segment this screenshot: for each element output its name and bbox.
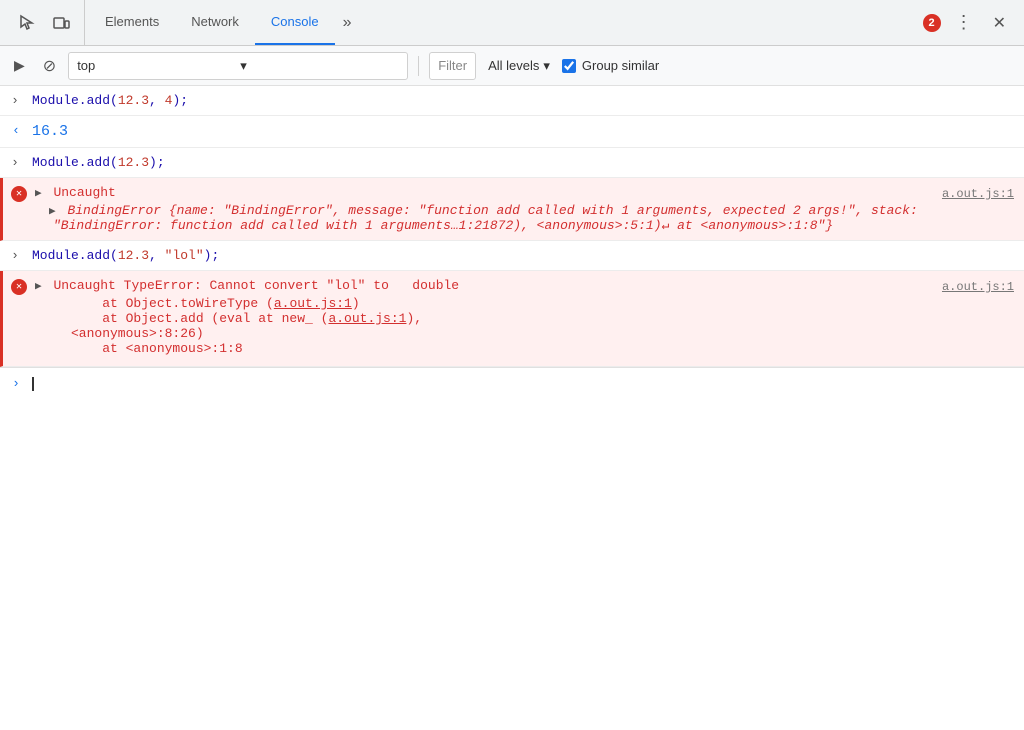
row-content-5: Module.add(12.3, "lol"); <box>32 244 1018 267</box>
input-row-gutter: › <box>0 372 32 391</box>
row-gutter-4: ✕ <box>3 181 35 202</box>
row-content-6: ▶ Uncaught TypeError: Cannot convert "lo… <box>35 274 1018 360</box>
console-row-4-error: ✕ ▶ Uncaught a.out.js:1 ▶ BindingError {… <box>0 178 1024 241</box>
tab-more[interactable]: » <box>335 14 360 32</box>
cursor-blink <box>32 377 34 391</box>
tab-list: Elements Network Console » <box>89 0 919 45</box>
filter-input-wrapper[interactable]: Filter <box>429 52 476 80</box>
frame-chevron-icon: ▾ <box>240 58 399 74</box>
link-add[interactable]: a.out.js:1 <box>328 311 406 326</box>
error-header-6: ▶ Uncaught TypeError: Cannot convert "lo… <box>35 278 1014 294</box>
device-toggle-icon[interactable] <box>46 10 76 36</box>
row-gutter-6: ✕ <box>3 274 35 295</box>
error-icon-4: ✕ <box>11 186 27 202</box>
detail-expand-4[interactable]: ▶ <box>49 204 56 218</box>
output-arrow-icon: ‹ <box>12 123 20 138</box>
console-row-3: › Module.add(12.3); <box>0 148 1024 178</box>
clear-button[interactable]: ⊘ <box>37 52 62 80</box>
levels-chevron-icon: ▾ <box>543 58 550 74</box>
group-similar-checkbox[interactable] <box>562 59 576 73</box>
error-detail-4: ▶ BindingError {name: "BindingError", me… <box>53 203 1014 233</box>
input-arrow-icon: › <box>11 93 19 108</box>
input-arrow-icon-5: › <box>11 248 19 263</box>
tab-network[interactable]: Network <box>175 0 255 45</box>
error-icon-6: ✕ <box>11 279 27 295</box>
console-row-2: ‹ 16.3 <box>0 116 1024 148</box>
frame-selector[interactable]: top ▾ <box>68 52 408 80</box>
toolbar-separator <box>418 56 419 76</box>
file-link-4[interactable]: a.out.js:1 <box>934 185 1014 201</box>
level-dropdown[interactable]: All levels ▾ <box>482 56 556 76</box>
console-toolbar: ▶ ⊘ top ▾ Filter All levels ▾ Group simi… <box>0 46 1024 86</box>
row-content-3: Module.add(12.3); <box>32 151 1018 174</box>
console-row-6-error: ✕ ▶ Uncaught TypeError: Cannot convert "… <box>0 271 1024 367</box>
console-input-row[interactable]: › <box>0 367 1024 399</box>
more-options-button[interactable]: ⋮ <box>949 8 979 37</box>
group-similar-label[interactable]: Group similar <box>562 58 659 73</box>
row-gutter-1: › <box>0 89 32 108</box>
play-button[interactable]: ▶ <box>8 53 31 78</box>
console-row-5: › Module.add(12.3, "lol"); <box>0 241 1024 271</box>
error-count-circle: 2 <box>923 14 941 32</box>
row-content-1: Module.add(12.3, 4); <box>32 89 1018 112</box>
error-badge: 2 <box>923 14 941 32</box>
row-gutter-3: › <box>0 151 32 170</box>
input-field-area[interactable] <box>32 372 1024 395</box>
row-gutter-2: ‹ <box>0 119 32 138</box>
close-devtools-button[interactable]: ✕ <box>987 9 1012 37</box>
expand-triangle-4[interactable]: ▶ <box>35 186 42 200</box>
error-detail-6: at Object.toWireType (a.out.js:1) at Obj… <box>71 296 1014 356</box>
error-header-4: ▶ Uncaught a.out.js:1 <box>35 185 1014 201</box>
tab-console[interactable]: Console <box>255 0 335 45</box>
tab-bar: Elements Network Console » 2 ⋮ ✕ <box>0 0 1024 46</box>
devtools-icons <box>4 0 85 45</box>
row-content-2: 16.3 <box>32 119 1018 144</box>
cursor-icon[interactable] <box>12 10 42 36</box>
filter-label: Filter <box>438 58 467 73</box>
console-output: › Module.add(12.3, 4); ‹ 16.3 › Module.a… <box>0 86 1024 730</box>
input-arrow-icon-3: › <box>11 155 19 170</box>
row-gutter-5: › <box>0 244 32 263</box>
tab-elements[interactable]: Elements <box>89 0 175 45</box>
link-towiretype[interactable]: a.out.js:1 <box>274 296 352 311</box>
file-link-6[interactable]: a.out.js:1 <box>934 278 1014 294</box>
row-content-4: ▶ Uncaught a.out.js:1 ▶ BindingError {na… <box>35 181 1018 237</box>
expand-triangle-6[interactable]: ▶ <box>35 279 42 293</box>
input-prompt-icon: › <box>12 376 20 391</box>
console-row-1: › Module.add(12.3, 4); <box>0 86 1024 116</box>
tab-bar-right: 2 ⋮ ✕ <box>923 8 1020 37</box>
